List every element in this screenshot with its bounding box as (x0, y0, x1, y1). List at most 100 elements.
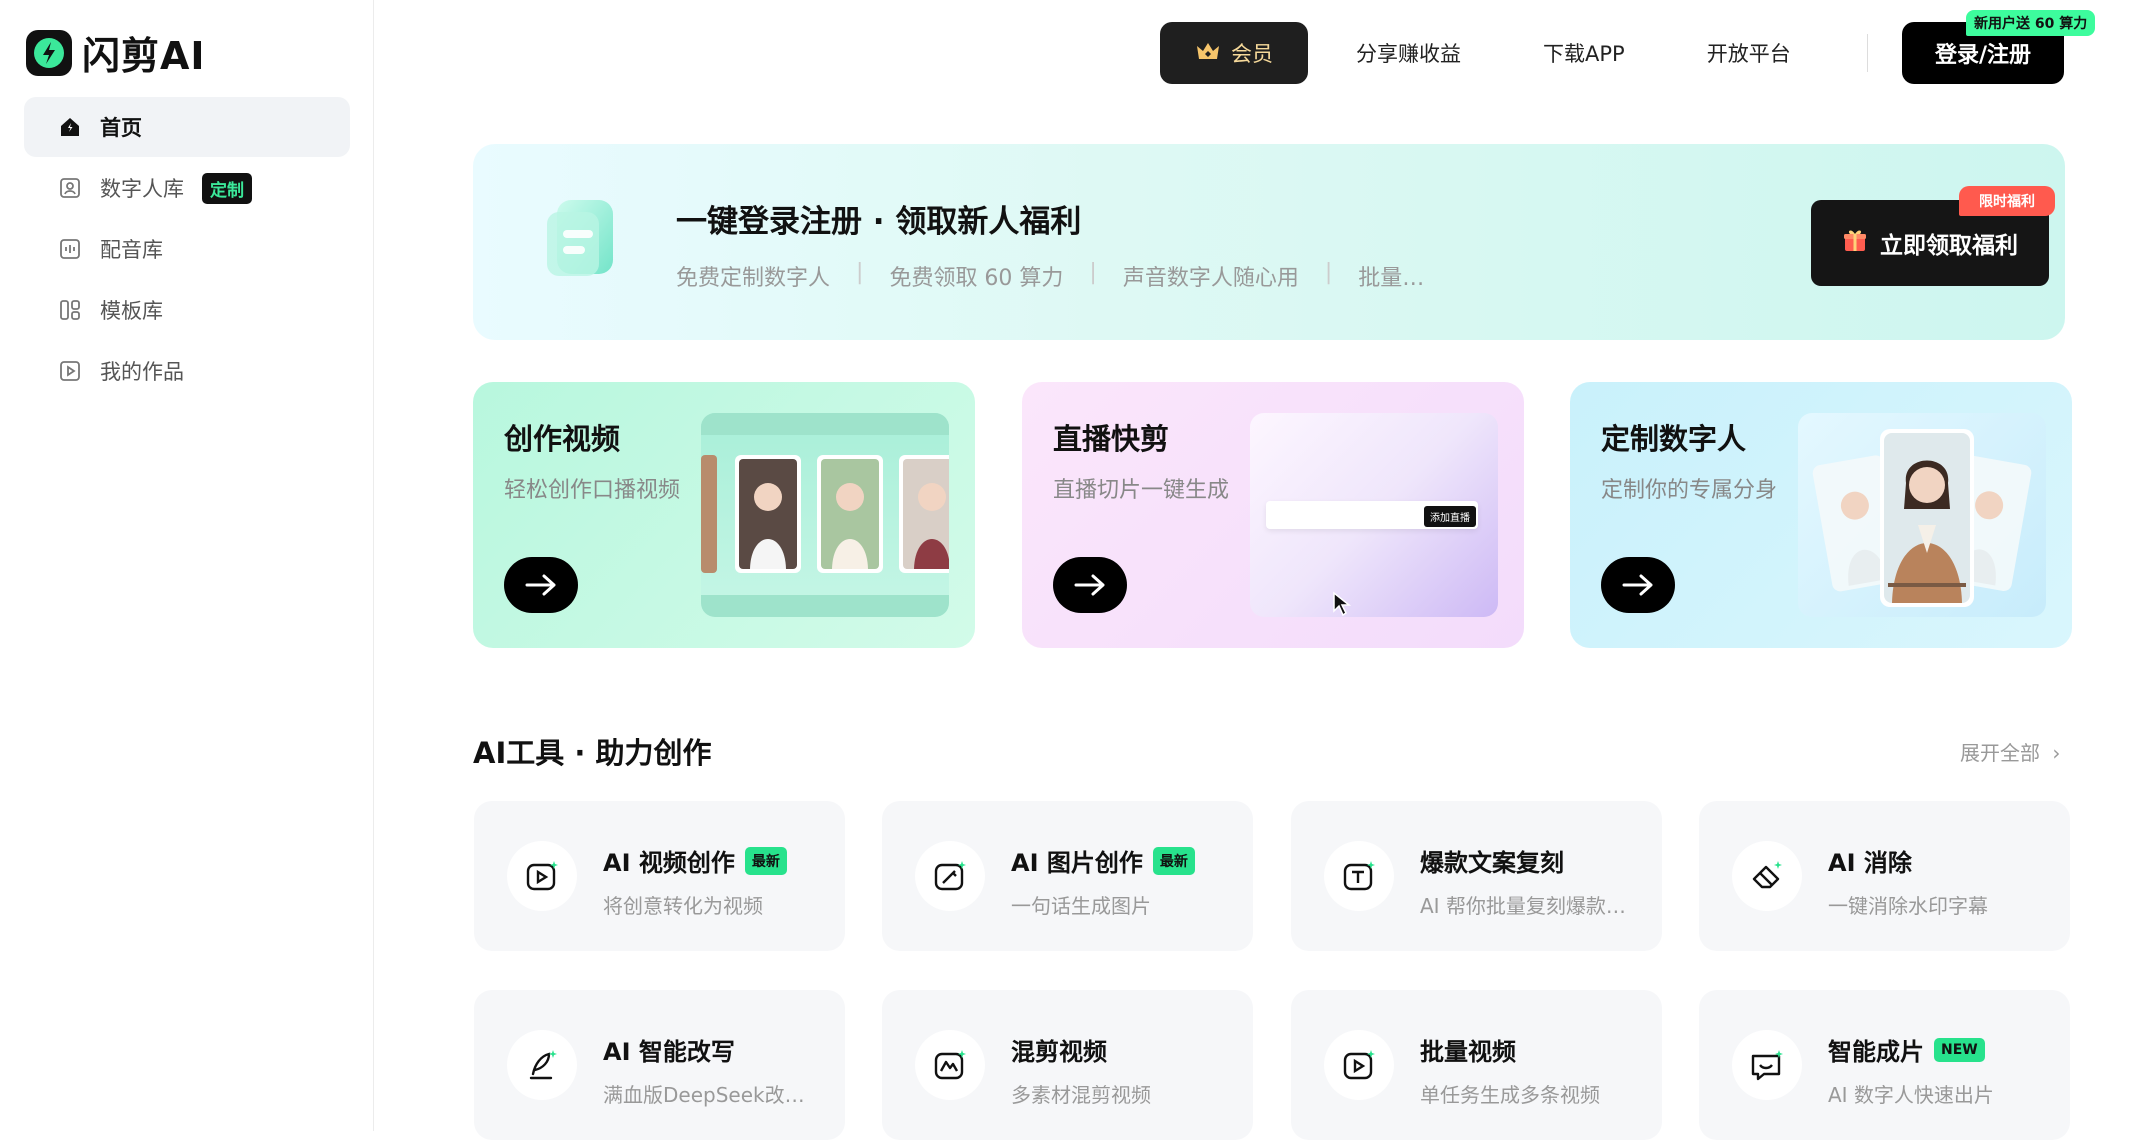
tools-section-title: AI工具 · 助力创作 (473, 736, 712, 770)
ai-image-icon (915, 841, 985, 911)
expand-all-link[interactable]: 展开全部 › (1960, 737, 2060, 766)
download-app-link[interactable]: 下载APP (1543, 38, 1625, 68)
sidebar-item-audio-library[interactable]: 配音库 (24, 219, 350, 279)
card-subtitle: 直播切片一键生成 (1053, 478, 1230, 503)
tool-name: 爆款文案复刻 (1420, 843, 1564, 878)
tool-name: AI 图片创作 最新 (1011, 843, 1195, 878)
sidebar-nav: 首页 数字人库 定制 配音库 模板库 我的作品 (24, 97, 350, 402)
tool-desc: 一键消除水印字幕 (1828, 894, 1988, 918)
eraser-icon (1732, 841, 1802, 911)
chevron-right-icon: › (2052, 741, 2061, 765)
vip-label: 会员 (1231, 42, 1273, 66)
new-user-tip-badge: 新用户送 60 算力 (1966, 10, 2096, 36)
tool-card-ai-video[interactable]: AI 视频创作 最新 将创意转化为视频 (474, 801, 845, 951)
tool-card-copywriting[interactable]: 爆款文案复刻 AI 帮你批量复刻爆款… (1291, 801, 1662, 951)
tool-name-text: 混剪视频 (1011, 1038, 1107, 1066)
digital-avatar-illustration (1798, 413, 2046, 617)
add-live-button: 添加直播 (1424, 506, 1476, 527)
tool-desc: 多素材混剪视频 (1011, 1083, 1151, 1107)
sidebar-item-my-works[interactable]: 我的作品 (24, 341, 350, 401)
arrow-right-icon[interactable] (1053, 557, 1127, 613)
tool-desc: 单任务生成多条视频 (1420, 1083, 1600, 1107)
benefit-item: 免费定制数字人 (676, 266, 831, 291)
custom-avatar-card[interactable]: 定制数字人 定制你的专属分身 (1570, 382, 2072, 648)
batch-video-icon (1324, 1030, 1394, 1100)
logo[interactable]: 闪剪AI (26, 25, 206, 80)
sidebar-item-label: 首页 (100, 116, 142, 140)
mix-video-icon (915, 1030, 985, 1100)
card-title: 创作视频 (504, 422, 621, 456)
tool-name: 批量视频 (1420, 1032, 1516, 1067)
tool-card-mix-video[interactable]: 混剪视频 多素材混剪视频 (882, 990, 1253, 1140)
tool-card-ai-image[interactable]: AI 图片创作 最新 一句话生成图片 (882, 801, 1253, 951)
tool-name: AI 智能改写 (603, 1032, 735, 1067)
smart-film-icon (1732, 1030, 1802, 1100)
tool-card-rewrite[interactable]: AI 智能改写 满血版DeepSeek改… (474, 990, 845, 1140)
tool-name-text: AI 图片创作 (1011, 849, 1143, 877)
sidebar-item-avatar-library[interactable]: 数字人库 定制 (24, 158, 350, 218)
tool-card-smart-film[interactable]: 智能成片 NEW AI 数字人快速出片 (1699, 990, 2070, 1140)
tool-name: AI 消除 (1828, 843, 1912, 878)
card-subtitle: 轻松创作口播视频 (504, 478, 681, 503)
tool-name-text: AI 消除 (1828, 849, 1912, 877)
new-tag: 最新 (1152, 846, 1195, 875)
live-clip-illustration: 添加直播 (1250, 413, 1498, 617)
tool-card-batch-video[interactable]: 批量视频 单任务生成多条视频 (1291, 990, 1662, 1140)
tool-name-text: 智能成片 (1828, 1038, 1924, 1066)
my-works-icon (58, 359, 82, 383)
welcome-banner[interactable]: 一键登录注册 · 领取新人福利 免费定制数字人 | 免费领取 60 算力 | 声… (473, 144, 2065, 340)
arrow-right-icon[interactable] (504, 557, 578, 613)
tool-card-eraser[interactable]: AI 消除 一键消除水印字幕 (1699, 801, 2070, 951)
benefit-item: 批量… (1358, 266, 1425, 291)
sidebar-item-label: 我的作品 (100, 360, 184, 384)
tool-desc: 满血版DeepSeek改… (603, 1083, 805, 1107)
ai-video-icon (507, 841, 577, 911)
crown-icon (1195, 40, 1221, 67)
card-title: 直播快剪 (1053, 422, 1170, 456)
banner-title: 一键登录注册 · 领取新人福利 (676, 204, 1082, 240)
limited-time-tag: 限时福利 (1959, 186, 2055, 216)
gift-icon (1842, 227, 1868, 259)
new-tag: 最新 (744, 846, 787, 875)
expand-label: 展开全部 (1960, 741, 2040, 765)
sidebar-item-label: 数字人库 (100, 177, 184, 201)
sidebar-item-templates[interactable]: 模板库 (24, 280, 350, 340)
card-title: 定制数字人 (1601, 422, 1747, 456)
custom-badge: 定制 (202, 172, 252, 204)
gift-box-illustration (543, 192, 623, 284)
separator: | (856, 260, 864, 285)
rewrite-icon (507, 1030, 577, 1100)
benefit-item: 声音数字人随心用 (1122, 266, 1299, 291)
sidebar-item-label: 模板库 (100, 299, 163, 323)
tool-desc: AI 帮你批量复刻爆款… (1420, 894, 1626, 918)
sidebar-item-home[interactable]: 首页 (24, 97, 350, 157)
tool-name-text: 爆款文案复刻 (1420, 849, 1564, 877)
tool-name-text: 批量视频 (1420, 1038, 1516, 1066)
vip-button[interactable]: 会员 (1160, 22, 1308, 84)
separator: | (1089, 260, 1097, 285)
open-platform-link[interactable]: 开放平台 (1707, 38, 1791, 68)
tool-name: 智能成片 NEW (1828, 1032, 1985, 1067)
live-clip-card[interactable]: 直播快剪 直播切片一键生成 添加直播 (1022, 382, 1524, 648)
avatar-library-icon (58, 176, 82, 200)
banner-benefits: 免费定制数字人 | 免费领取 60 算力 | 声音数字人随心用 | 批量… (676, 260, 1424, 292)
audio-library-icon (58, 237, 82, 261)
sidebar-item-label: 配音库 (100, 238, 163, 262)
benefit-item: 免费领取 60 算力 (889, 266, 1064, 291)
tool-name: AI 视频创作 最新 (603, 843, 787, 878)
arrow-right-icon[interactable] (1601, 557, 1675, 613)
new-tag: NEW (1934, 1037, 1985, 1062)
create-video-card[interactable]: 创作视频 轻松创作口播视频 (473, 382, 975, 648)
claim-label: 立即领取福利 (1880, 233, 2018, 259)
tool-name-text: AI 视频创作 (603, 849, 735, 877)
top-nav: 会员 分享赚收益 下载APP 开放平台 (1160, 22, 1868, 84)
template-icon (58, 298, 82, 322)
cursor-icon (1332, 591, 1354, 617)
tool-desc: 将创意转化为视频 (603, 894, 763, 918)
share-earn-link[interactable]: 分享赚收益 (1356, 38, 1461, 68)
tool-name: 混剪视频 (1011, 1032, 1107, 1067)
divider (1866, 34, 1868, 72)
sidebar: 闪剪AI 首页 数字人库 定制 配音库 模板库 我的作品 (0, 0, 374, 1131)
tool-name-text: AI 智能改写 (603, 1038, 735, 1066)
video-thumbnails-illustration (701, 413, 949, 617)
